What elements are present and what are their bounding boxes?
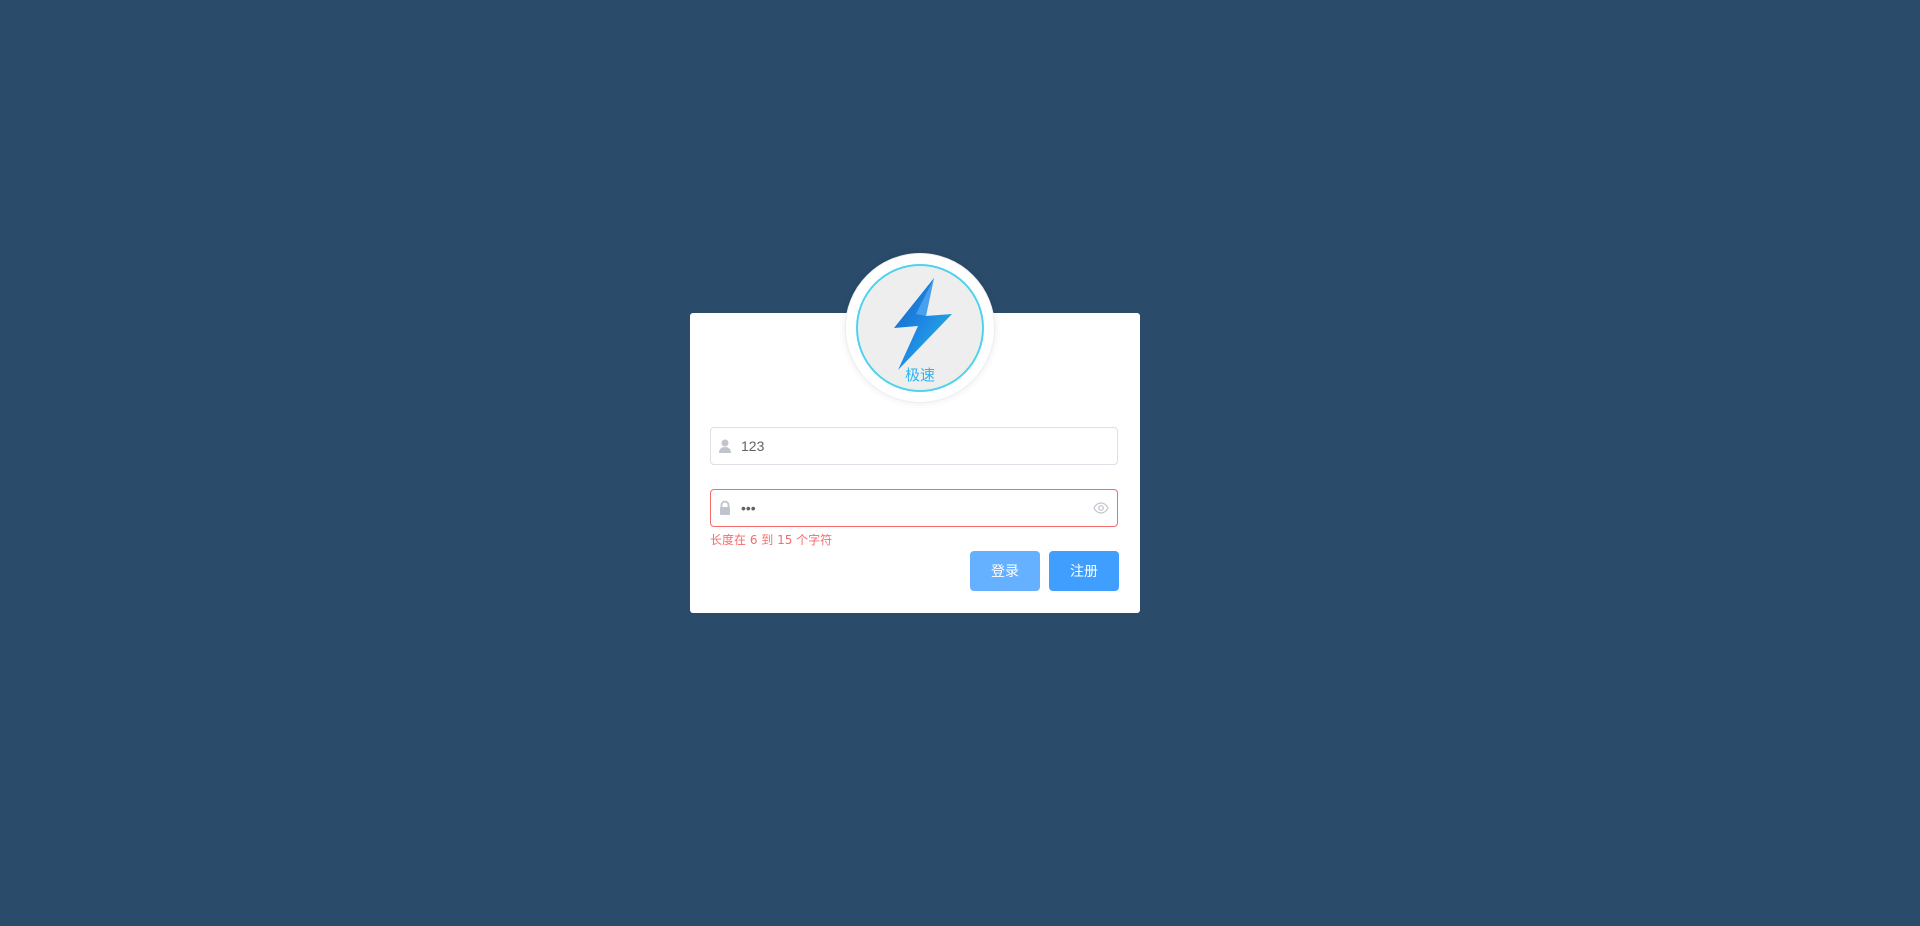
lightning-bolt-icon xyxy=(894,278,952,370)
password-input[interactable] xyxy=(741,490,1081,526)
avatar: 极速 xyxy=(845,253,995,403)
username-field[interactable] xyxy=(710,427,1118,465)
username-input[interactable] xyxy=(741,428,1081,464)
logo-text: 极速 xyxy=(904,366,935,384)
password-field[interactable] xyxy=(710,489,1118,527)
login-button[interactable]: 登录 xyxy=(970,551,1040,591)
logo-badge: 极速 xyxy=(856,264,984,392)
eye-icon[interactable] xyxy=(1093,501,1109,515)
user-icon xyxy=(717,438,733,454)
register-button[interactable]: 注册 xyxy=(1049,551,1119,591)
password-error-message: 长度在 6 到 15 个字符 xyxy=(710,533,833,547)
lock-icon xyxy=(717,500,733,516)
